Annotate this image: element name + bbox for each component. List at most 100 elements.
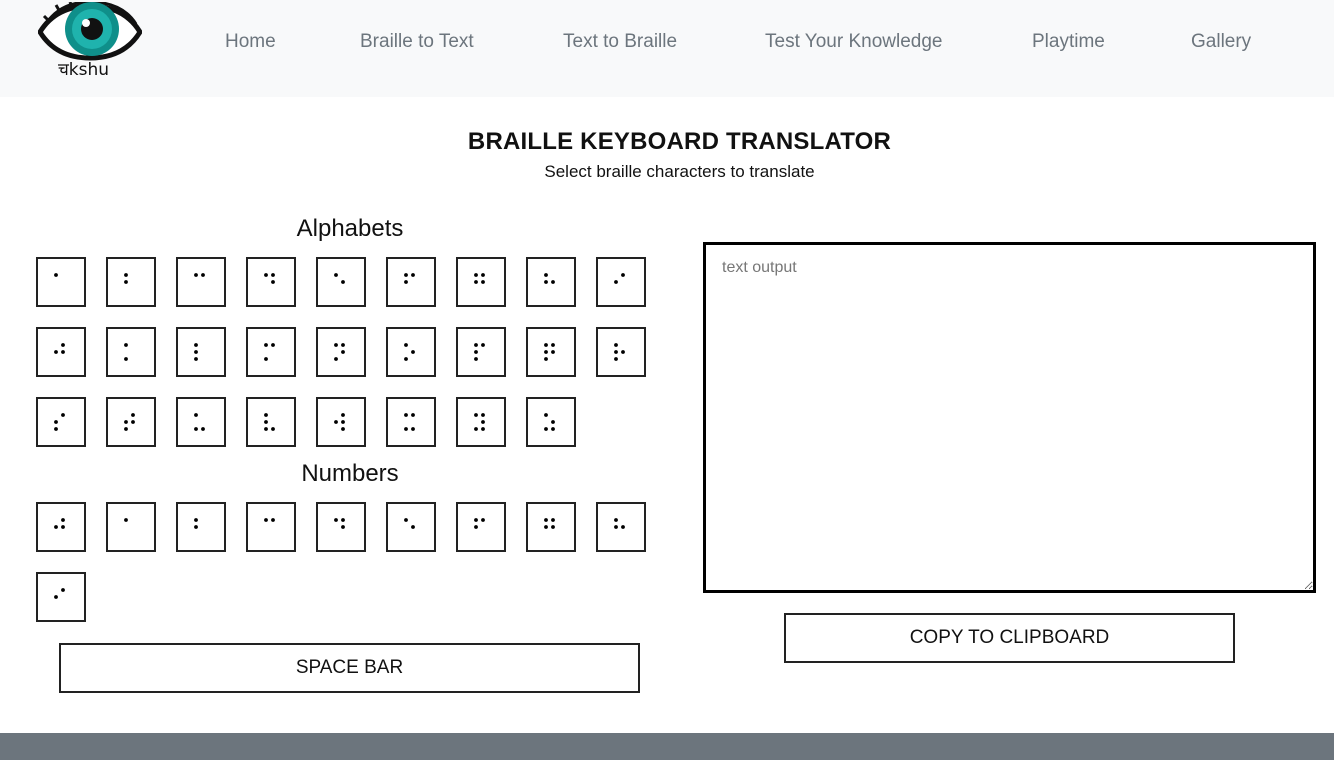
braille-cell-icon xyxy=(404,518,415,529)
braille-letter-key[interactable] xyxy=(526,257,576,307)
braille-dot xyxy=(404,273,408,277)
space-bar-button[interactable]: SPACE BAR xyxy=(59,643,640,693)
braille-number-key[interactable] xyxy=(36,502,86,552)
braille-dot xyxy=(201,427,205,431)
braille-number-key[interactable] xyxy=(176,502,226,552)
braille-letter-key[interactable] xyxy=(106,327,156,377)
braille-dot xyxy=(481,273,485,277)
braille-dot xyxy=(124,420,128,424)
braille-number-key[interactable] xyxy=(456,502,506,552)
braille-cell-icon xyxy=(54,343,65,354)
braille-dot xyxy=(194,525,198,529)
braille-dot xyxy=(551,280,555,284)
braille-number-key[interactable] xyxy=(106,502,156,552)
braille-number-key[interactable] xyxy=(246,502,296,552)
braille-letter-key[interactable] xyxy=(176,257,226,307)
braille-cell-icon xyxy=(264,273,275,284)
braille-dot xyxy=(404,413,408,417)
braille-dot xyxy=(54,350,58,354)
braille-letter-key[interactable] xyxy=(386,257,436,307)
braille-dot xyxy=(404,518,408,522)
braille-dot xyxy=(341,343,345,347)
braille-cell-icon xyxy=(614,518,625,529)
braille-cell-icon xyxy=(614,273,625,284)
eye-logo[interactable]: चkshu xyxy=(37,0,143,82)
braille-dot xyxy=(124,343,128,347)
braille-letter-key[interactable] xyxy=(106,397,156,447)
nav-playtime[interactable]: Playtime xyxy=(1032,31,1105,53)
braille-dot xyxy=(334,518,338,522)
braille-letter-key[interactable] xyxy=(106,257,156,307)
braille-number-key[interactable] xyxy=(316,502,366,552)
braille-number-key[interactable] xyxy=(526,502,576,552)
braille-dot xyxy=(544,357,548,361)
braille-dot xyxy=(264,413,268,417)
braille-number-key[interactable] xyxy=(36,572,86,622)
braille-letter-key[interactable] xyxy=(456,397,506,447)
braille-letter-key[interactable] xyxy=(526,327,576,377)
braille-letter-key[interactable] xyxy=(386,327,436,377)
braille-dot xyxy=(124,273,128,277)
braille-letter-key[interactable] xyxy=(596,257,646,307)
braille-cell-icon xyxy=(194,343,198,361)
braille-dot xyxy=(194,518,198,522)
braille-cell-icon xyxy=(404,413,415,431)
braille-letter-key[interactable] xyxy=(456,257,506,307)
braille-letter-key[interactable] xyxy=(596,327,646,377)
braille-dot xyxy=(474,273,478,277)
braille-dot xyxy=(621,525,625,529)
braille-cell-icon xyxy=(404,273,415,284)
braille-dot xyxy=(404,280,408,284)
braille-letter-key[interactable] xyxy=(36,257,86,307)
braille-dot xyxy=(271,280,275,284)
braille-dot xyxy=(264,357,268,361)
braille-dot xyxy=(264,273,268,277)
braille-letter-key[interactable] xyxy=(246,257,296,307)
eye-icon xyxy=(37,0,143,61)
braille-letter-key[interactable] xyxy=(526,397,576,447)
text-output[interactable] xyxy=(703,242,1316,593)
nav-braille-to-text[interactable]: Braille to Text xyxy=(360,31,474,53)
braille-letter-key[interactable] xyxy=(176,397,226,447)
braille-dot xyxy=(264,518,268,522)
braille-letter-key[interactable] xyxy=(246,327,296,377)
braille-dot xyxy=(194,357,198,361)
braille-dot xyxy=(334,343,338,347)
braille-cell-icon xyxy=(264,518,275,522)
braille-letter-key[interactable] xyxy=(316,327,366,377)
nav-text-to-braille[interactable]: Text to Braille xyxy=(563,31,677,53)
braille-letter-key[interactable] xyxy=(456,327,506,377)
braille-dot xyxy=(481,427,485,431)
braille-letter-key[interactable] xyxy=(386,397,436,447)
nav-home[interactable]: Home xyxy=(225,31,276,53)
braille-letter-key[interactable] xyxy=(316,257,366,307)
braille-dot xyxy=(481,518,485,522)
braille-dot xyxy=(481,413,485,417)
braille-cell-icon xyxy=(194,413,205,431)
braille-number-key[interactable] xyxy=(596,502,646,552)
braille-letter-key[interactable] xyxy=(36,327,86,377)
braille-cell-icon xyxy=(334,413,345,431)
braille-dot xyxy=(474,413,478,417)
braille-dot xyxy=(61,413,65,417)
braille-letter-key[interactable] xyxy=(176,327,226,377)
braille-dot xyxy=(341,525,345,529)
braille-dot xyxy=(194,273,198,277)
braille-cell-icon xyxy=(194,518,198,529)
braille-letter-key[interactable] xyxy=(246,397,296,447)
braille-dot xyxy=(61,350,65,354)
numbers-heading: Numbers xyxy=(301,460,399,487)
braille-dot xyxy=(61,588,65,592)
braille-letter-key[interactable] xyxy=(316,397,366,447)
braille-dot xyxy=(411,350,415,354)
braille-dot xyxy=(264,427,268,431)
braille-letter-key[interactable] xyxy=(36,397,86,447)
copy-to-clipboard-button[interactable]: COPY TO CLIPBOARD xyxy=(784,613,1235,663)
nav-test-your-knowledge[interactable]: Test Your Knowledge xyxy=(765,31,942,53)
braille-cell-icon xyxy=(124,273,128,284)
braille-dot xyxy=(621,273,625,277)
nav-gallery[interactable]: Gallery xyxy=(1191,31,1251,53)
braille-dot xyxy=(124,280,128,284)
braille-number-key[interactable] xyxy=(386,502,436,552)
braille-dot xyxy=(334,273,338,277)
